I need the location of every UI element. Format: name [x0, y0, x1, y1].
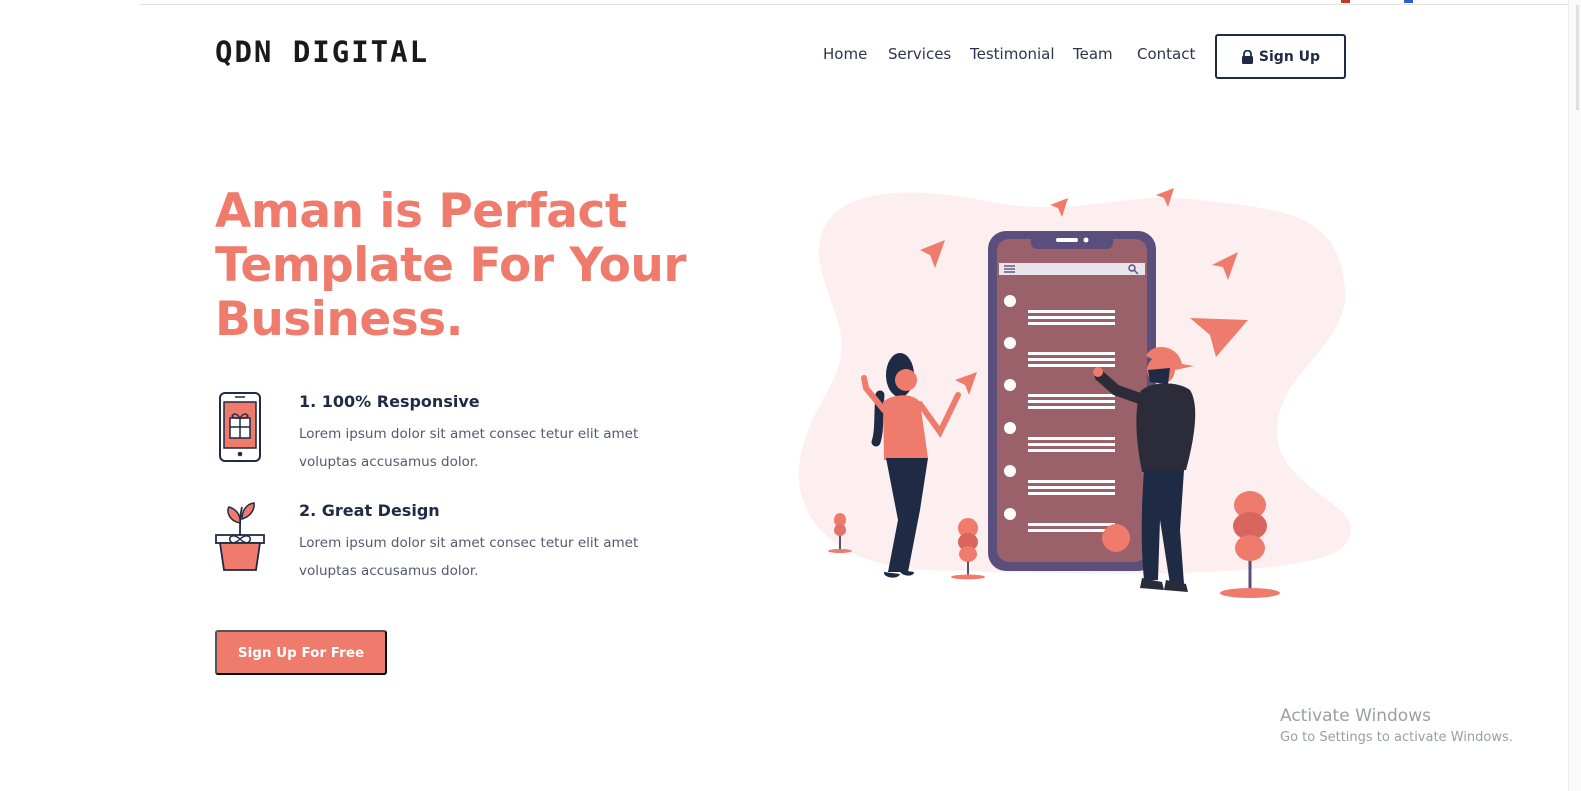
sign-up-label: Sign Up	[1258, 48, 1321, 65]
nav-contact[interactable]: Contact	[1137, 45, 1195, 63]
feature-description: Lorem ipsum dolor sit amet consec tetur …	[299, 426, 639, 470]
plant-pot-icon	[215, 502, 265, 571]
watermark-title: Activate Windows	[1280, 706, 1431, 726]
nav-home[interactable]: Home	[823, 45, 867, 63]
hero-title-line: Aman is Perfact	[215, 184, 627, 239]
nav-services[interactable]: Services	[888, 45, 951, 63]
nav-testimonial[interactable]: Testimonial	[970, 45, 1055, 63]
lock-icon	[1241, 49, 1253, 64]
hero-title-line: Business.	[215, 292, 464, 347]
nav-team[interactable]: Team	[1073, 45, 1113, 63]
browser-top-edge	[140, 0, 1580, 5]
hero-title: Aman is Perfact Template For Your Busine…	[215, 185, 735, 347]
sign-up-free-button[interactable]: Sign Up For Free	[215, 630, 387, 675]
smartphone-icon	[219, 392, 261, 462]
scrollbar[interactable]	[1568, 0, 1581, 791]
watermark-subtitle: Go to Settings to activate Windows.	[1280, 730, 1513, 745]
sign-up-button[interactable]: Sign Up	[1215, 34, 1346, 79]
hero-title-line: Template For Your	[215, 238, 687, 293]
feature-description: Lorem ipsum dolor sit amet consec tetur …	[299, 535, 639, 579]
feature-title: 2. Great Design	[299, 501, 440, 520]
tab-marker-blue	[1404, 0, 1413, 3]
windows-activation-watermark: Activate Windows Go to Settings to activ…	[1280, 706, 1513, 745]
feature-title: 1. 100% Responsive	[299, 392, 480, 411]
tab-marker-red	[1341, 0, 1350, 3]
people-with-phone-list-illustration	[798, 188, 1352, 598]
